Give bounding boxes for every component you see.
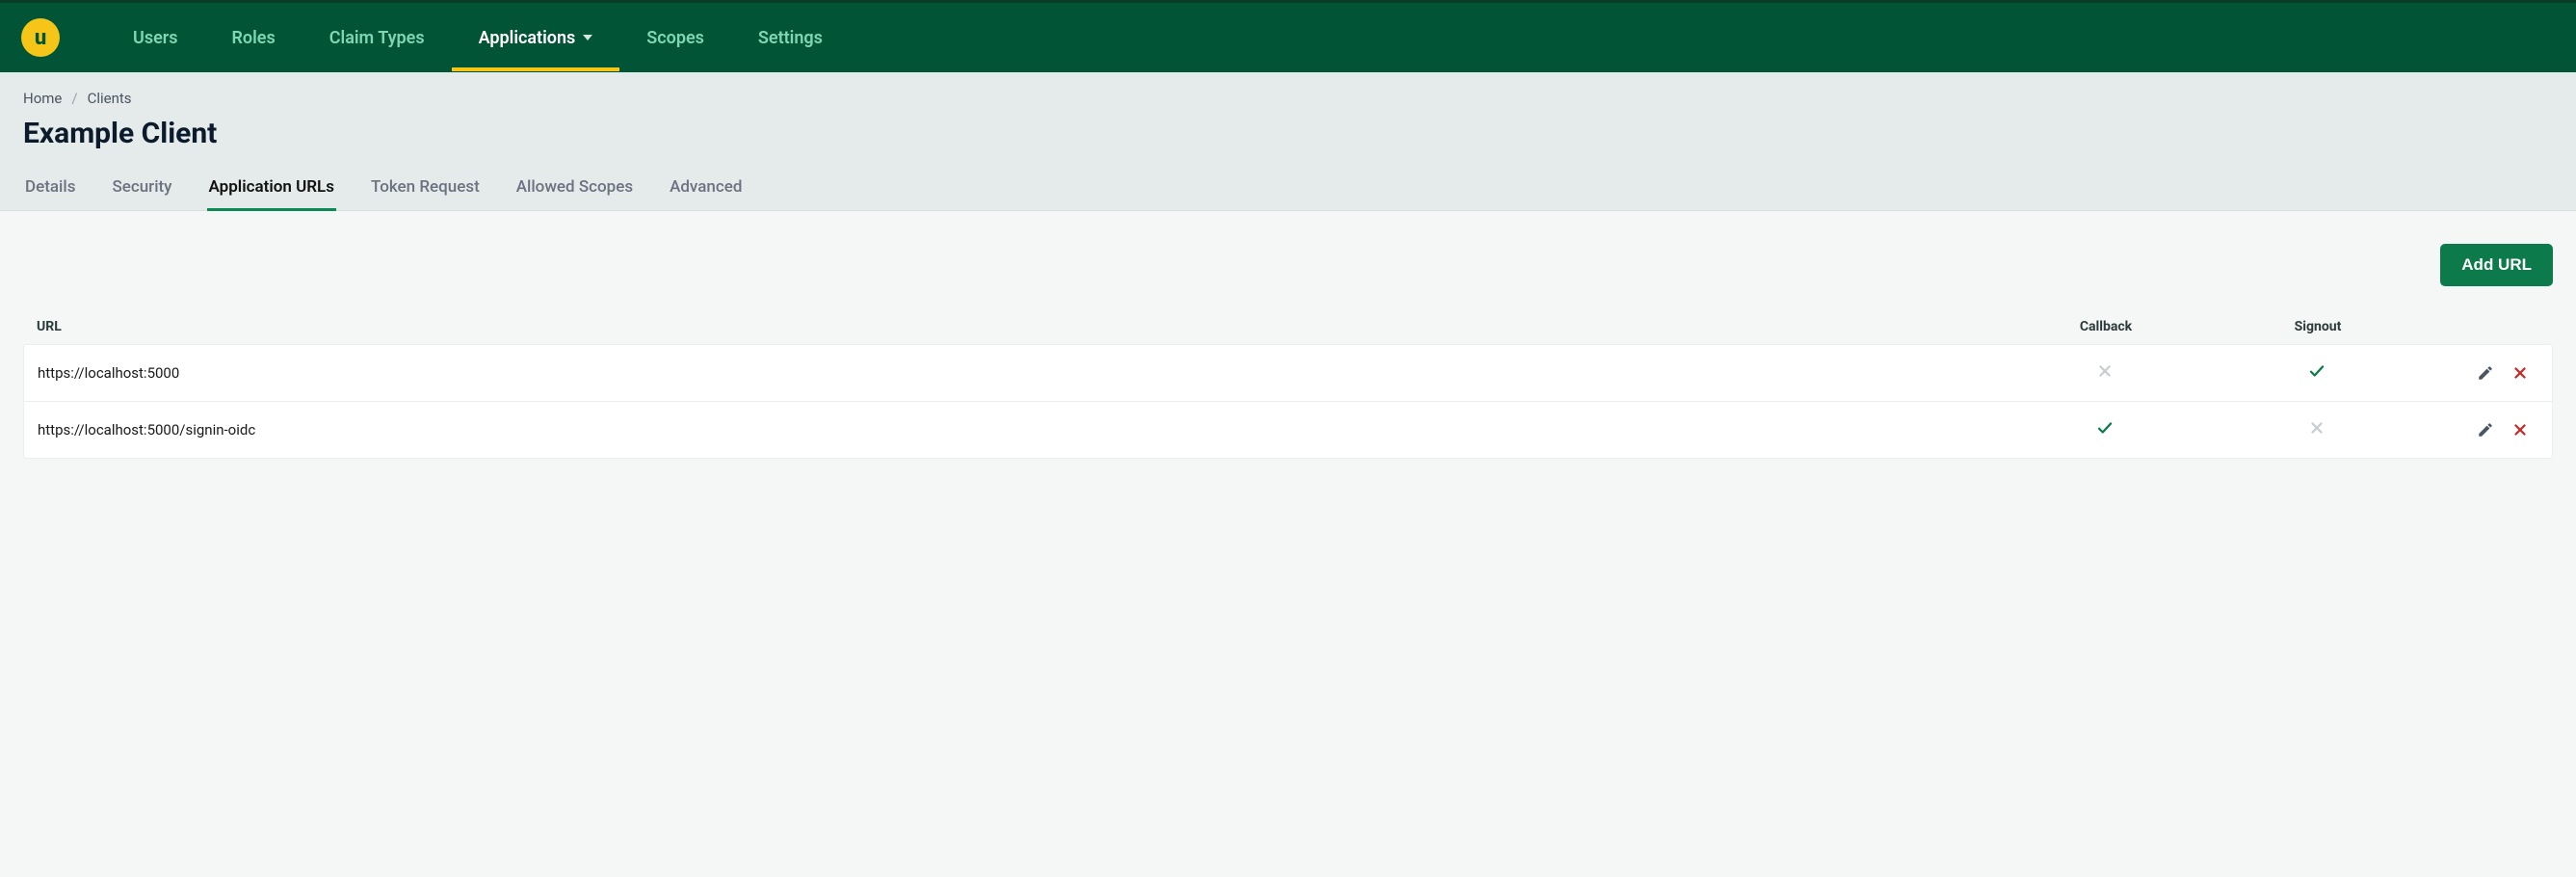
- col-callback: Callback: [2000, 319, 2212, 334]
- nav-roles[interactable]: Roles: [205, 5, 302, 71]
- tab-label: Details: [25, 177, 75, 197]
- tab-application-urls[interactable]: Application URLs: [207, 168, 336, 210]
- main-nav: Users Roles Claim Types Applications Sco…: [106, 5, 850, 71]
- table-row: https://localhost:5000/signin-oidc: [24, 401, 2552, 458]
- top-nav: u Users Roles Claim Types Applications S…: [0, 0, 2576, 72]
- x-icon: [2096, 362, 2114, 380]
- sub-header: Home / Clients Example Client Details Se…: [0, 72, 2576, 211]
- cell-callback: [1999, 362, 2211, 384]
- tab-label: Token Request: [371, 177, 480, 197]
- nav-scopes[interactable]: Scopes: [619, 5, 731, 71]
- cell-url: https://localhost:5000/signin-oidc: [38, 421, 1999, 438]
- cell-signout: [2211, 419, 2423, 440]
- nav-label: Applications: [479, 28, 576, 48]
- tab-label: Application URLs: [209, 177, 334, 197]
- table-body: https://localhost:5000 https://localhost…: [23, 344, 2553, 459]
- tab-label: Allowed Scopes: [516, 177, 633, 197]
- tab-security[interactable]: Security: [110, 168, 173, 210]
- col-signout: Signout: [2212, 319, 2424, 334]
- edit-icon[interactable]: [2477, 364, 2494, 382]
- check-icon: [2308, 362, 2326, 380]
- x-icon: [2308, 419, 2326, 437]
- nav-applications[interactable]: Applications: [452, 5, 620, 71]
- table-row: https://localhost:5000: [24, 345, 2552, 401]
- breadcrumb-home[interactable]: Home: [23, 90, 62, 107]
- cell-actions: [2423, 364, 2538, 382]
- content-area: Add URL URL Callback Signout https://loc…: [0, 211, 2576, 492]
- tab-label: Advanced: [670, 177, 742, 197]
- nav-users[interactable]: Users: [106, 5, 205, 71]
- delete-icon[interactable]: [2511, 421, 2529, 438]
- tab-label: Security: [112, 177, 171, 197]
- delete-icon[interactable]: [2511, 364, 2529, 382]
- tab-details[interactable]: Details: [23, 168, 77, 210]
- breadcrumb: Home / Clients: [23, 90, 2553, 107]
- cell-callback: [1999, 419, 2211, 440]
- nav-settings[interactable]: Settings: [731, 5, 850, 71]
- nav-label: Scopes: [646, 28, 704, 48]
- edit-icon[interactable]: [2477, 421, 2494, 438]
- table-header: URL Callback Signout: [23, 309, 2553, 344]
- cell-url: https://localhost:5000: [38, 364, 1999, 382]
- breadcrumb-clients[interactable]: Clients: [88, 90, 132, 107]
- page-title: Example Client: [23, 117, 2553, 150]
- nav-label: Users: [133, 28, 178, 48]
- nav-label: Claim Types: [329, 28, 425, 48]
- nav-label: Settings: [758, 28, 823, 48]
- col-url: URL: [37, 319, 2000, 334]
- add-url-button[interactable]: Add URL: [2440, 244, 2553, 286]
- tab-token-request[interactable]: Token Request: [369, 168, 482, 210]
- nav-claim-types[interactable]: Claim Types: [302, 5, 452, 71]
- tab-allowed-scopes[interactable]: Allowed Scopes: [514, 168, 635, 210]
- nav-label: Roles: [232, 28, 276, 48]
- cell-signout: [2211, 362, 2423, 384]
- breadcrumb-separator: /: [71, 90, 77, 107]
- check-icon: [2096, 419, 2114, 437]
- chevron-down-icon: [583, 35, 592, 40]
- logo[interactable]: u: [21, 18, 60, 57]
- cell-actions: [2423, 421, 2538, 438]
- tabs: Details Security Application URLs Token …: [23, 168, 2553, 210]
- tab-advanced[interactable]: Advanced: [668, 168, 744, 210]
